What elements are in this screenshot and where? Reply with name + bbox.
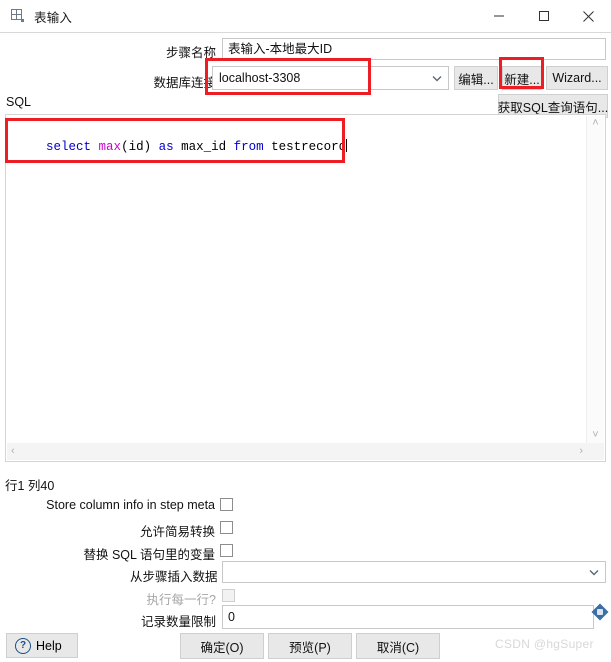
scroll-right-icon[interactable]: › [575,444,587,459]
scrollbar-corner [587,443,604,460]
store-column-info-checkbox[interactable] [220,498,233,511]
replace-variables-checkbox[interactable] [220,544,233,557]
lazy-conversion-checkbox[interactable] [220,521,233,534]
chevron-down-icon[interactable] [426,75,448,82]
sql-section-label: SQL [6,95,32,109]
help-button[interactable]: ? Help [6,633,78,658]
sql-token-as: as [158,140,174,154]
cursor-position-status: 行1 列40 [5,479,55,493]
replace-variables-label: 替换 SQL 语句里的变量 [83,548,216,562]
question-mark-icon: ? [15,637,31,654]
variable-indicator-icon [591,603,609,621]
connection-label: 数据库连接 [153,76,216,90]
minimize-icon[interactable] [476,0,521,32]
sql-vertical-scrollbar[interactable]: ˄ ˅ [586,116,604,443]
sql-text[interactable]: select max(id) as max_id from testrecord [16,123,348,171]
table-input-icon [10,8,26,24]
execute-each-row-checkbox [222,589,235,602]
preview-button[interactable]: 预览(P) [268,633,352,659]
connection-combobox[interactable]: localhost-3308 [212,66,449,90]
lazy-conversion-label: 允许简易转换 [139,525,215,539]
ok-button[interactable]: 确定(O) [180,633,264,659]
window-titlebar: 表输入 [0,0,611,33]
execute-each-row-label: 执行每一行? [146,593,216,607]
insert-data-from-step-combobox[interactable] [222,561,606,583]
sql-token-select: select [46,140,92,154]
maximize-icon[interactable] [521,0,566,32]
help-label: Help [36,638,62,653]
step-name-label: 步骤名称 [165,46,216,60]
close-icon[interactable] [566,0,611,32]
sql-horizontal-scrollbar[interactable]: ‹ › [7,443,587,460]
step-name-input[interactable]: 表输入-本地最大ID [222,38,606,60]
scroll-left-icon[interactable]: ‹ [7,444,19,459]
text-caret [346,139,348,152]
insert-data-from-step-label: 从步骤插入数据 [130,570,218,584]
window-title: 表输入 [34,10,73,25]
sql-token-alias: max_id [173,140,234,154]
edit-connection-button[interactable]: 编辑... [454,66,498,90]
chevron-down-icon[interactable] [583,569,605,576]
watermark: CSDN @hgSuper [495,637,594,651]
limit-size-label: 记录数量限制 [140,615,216,629]
window-controls [476,0,611,32]
sql-token-from: from [233,140,264,154]
wizard-connection-button[interactable]: Wizard... [546,66,608,90]
limit-size-input[interactable]: 0 [222,605,594,629]
sql-token-table: testrecord [263,140,347,154]
new-connection-button[interactable]: 新建... [502,66,542,90]
sql-editor[interactable]: select max(id) as max_id from testrecord… [5,114,606,462]
cancel-button[interactable]: 取消(C) [356,633,440,659]
scroll-up-icon[interactable]: ˄ [588,116,602,131]
store-column-info-label: Store column info in step meta [46,498,215,512]
connection-value: localhost-3308 [219,71,301,85]
sql-token-space1 [91,140,99,154]
scroll-down-icon[interactable]: ˅ [588,428,602,443]
get-sql-query-label: 获取SQL查询语句... [497,100,609,115]
sql-token-id: (id) [121,140,159,154]
sql-token-max: max [98,140,122,154]
